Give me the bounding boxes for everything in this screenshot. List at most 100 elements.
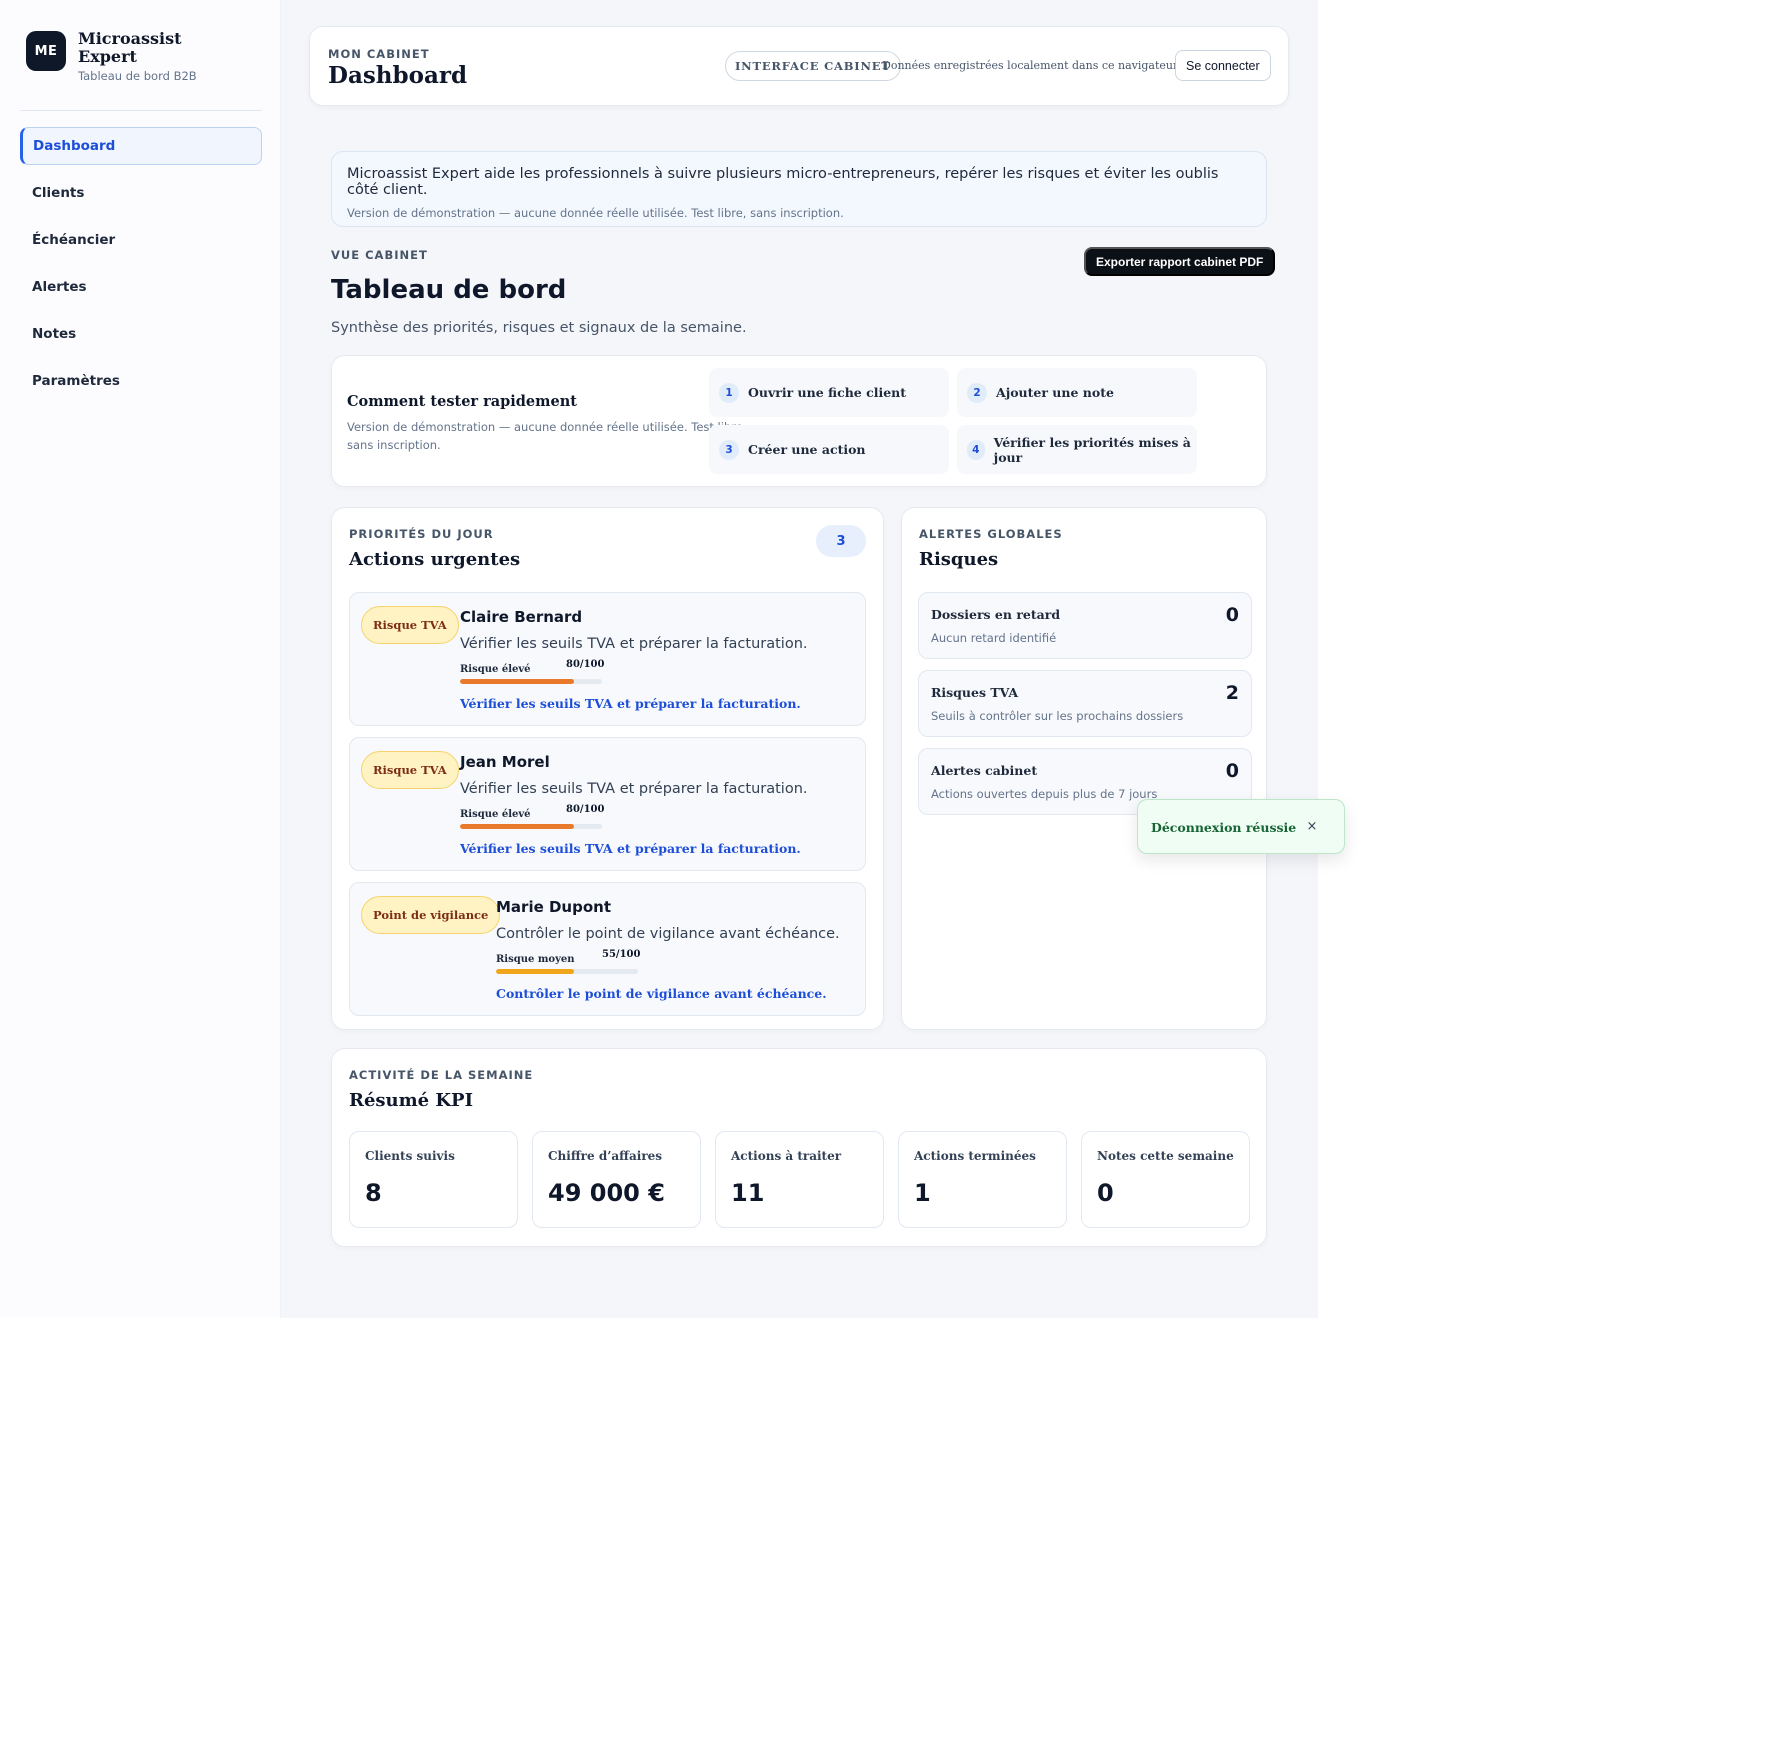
brand: ME Microassist Expert Tableau de bord B2…: [20, 30, 262, 83]
priority-item[interactable]: Point de vigilance Marie Dupont Contrôle…: [349, 882, 866, 1016]
info-banner-note: Version de démonstration — aucune donnée…: [347, 206, 844, 220]
priorities-eyebrow: PRIORITÉS DU JOUR: [349, 527, 494, 541]
kpi-label: Actions à traiter: [731, 1149, 842, 1163]
kpi-actions-todo: Actions à traiter 11: [715, 1131, 884, 1228]
risk-progress-bar: [460, 679, 602, 684]
risk-item-value: 0: [1225, 760, 1239, 782]
action-link[interactable]: Vérifier les seuils TVA et préparer la f…: [460, 841, 808, 856]
vue-eyebrow: VUE CABINET: [331, 248, 428, 262]
risk-level: Risque moyen: [496, 954, 575, 965]
sidebar-item-notes[interactable]: Notes: [20, 315, 262, 353]
toast-message: Déconnexion réussie: [1151, 820, 1297, 835]
topbar-title: Dashboard: [328, 62, 468, 89]
step-label: Ouvrir une fiche client: [748, 385, 907, 400]
sidebar-nav: Dashboard Clients Échéancier Alertes Not…: [20, 127, 262, 400]
logout-toast: Déconnexion réussie ×: [1137, 799, 1345, 854]
info-banner: Microassist Expert aide les professionne…: [331, 151, 1267, 227]
sidebar-item-alertes[interactable]: Alertes: [20, 268, 262, 306]
action-link[interactable]: Contrôler le point de vigilance avant éc…: [496, 986, 840, 1001]
risks-eyebrow: ALERTES GLOBALES: [919, 527, 1063, 541]
action-description: Vérifier les seuils TVA et préparer la f…: [460, 636, 808, 652]
sidebar-item-echeancier[interactable]: Échéancier: [20, 221, 262, 259]
risk-badge: Risque TVA: [361, 606, 459, 644]
risk-item-title: Alertes cabinet: [931, 763, 1038, 778]
kpi-label: Chiffre d’affaires: [548, 1149, 663, 1163]
sidebar-divider: [20, 110, 262, 111]
kpi-label: Clients suivis: [365, 1149, 455, 1163]
risk-score: 80/100: [566, 659, 605, 670]
risk-progress-bar: [460, 824, 602, 829]
kpi-eyebrow: ACTIVITÉ DE LA SEMAINE: [349, 1068, 534, 1082]
action-description: Contrôler le point de vigilance avant éc…: [496, 926, 840, 942]
risk-badge: Risque TVA: [361, 751, 459, 789]
kpi-title: Résumé KPI: [349, 1090, 473, 1111]
risk-item-value: 0: [1225, 604, 1239, 626]
export-pdf-button[interactable]: Exporter rapport cabinet PDF: [1084, 247, 1276, 276]
kpi-actions-done: Actions terminées 1: [898, 1131, 1067, 1228]
quick-test-title: Comment tester rapidement: [347, 393, 577, 410]
risk-level: Risque élevé: [460, 809, 531, 820]
risk-item-value: 2: [1225, 682, 1239, 704]
client-name: Marie Dupont: [496, 898, 612, 916]
kpi-card: ACTIVITÉ DE LA SEMAINE Résumé KPI Client…: [331, 1048, 1267, 1247]
risks-title: Risques: [919, 549, 999, 570]
sidebar: ME Microassist Expert Tableau de bord B2…: [0, 0, 281, 1318]
sidebar-item-dashboard[interactable]: Dashboard: [20, 127, 262, 165]
step-label: Vérifier les priorités mises à jour: [993, 434, 1191, 465]
kpi-value: 11: [731, 1179, 765, 1207]
kpi-notes: Notes cette semaine 0: [1081, 1131, 1250, 1228]
close-icon[interactable]: ×: [1303, 817, 1321, 835]
kpi-revenue: Chiffre d’affaires 49 000 €: [532, 1131, 701, 1228]
login-button[interactable]: Se connecter: [1175, 50, 1271, 81]
kpi-value: 1: [914, 1179, 931, 1207]
client-name: Jean Morel: [460, 753, 550, 771]
kpi-value: 49 000 €: [548, 1179, 665, 1207]
risk-progress-fill: [460, 824, 574, 829]
topbar: MON CABINET Dashboard INTERFACE CABINET …: [309, 26, 1289, 106]
brand-name: Microassist Expert: [78, 29, 182, 66]
step-create-action[interactable]: 3 Créer une action: [709, 425, 949, 474]
priority-item[interactable]: Risque TVA Claire Bernard Vérifier les s…: [349, 592, 866, 726]
sidebar-item-clients[interactable]: Clients: [20, 174, 262, 212]
risk-item-subtitle: Actions ouvertes depuis plus de 7 jours: [931, 787, 1158, 801]
risk-badge: Point de vigilance: [361, 896, 501, 934]
priorities-title: Actions urgentes: [349, 549, 521, 570]
step-check-priorities[interactable]: 4 Vérifier les priorités mises à jour: [957, 425, 1197, 474]
step-number: 2: [967, 382, 987, 403]
kpi-value: 8: [365, 1179, 382, 1207]
priorities-card: PRIORITÉS DU JOUR Actions urgentes 3 Ris…: [331, 507, 884, 1030]
risk-score: 55/100: [602, 949, 641, 960]
action-link[interactable]: Vérifier les seuils TVA et préparer la f…: [460, 696, 808, 711]
kpi-label: Actions terminées: [914, 1149, 1036, 1163]
page-subtitle: Synthèse des priorités, risques et signa…: [331, 320, 747, 336]
brand-subtitle: Tableau de bord B2B: [78, 69, 197, 83]
step-number: 4: [967, 439, 985, 460]
step-label: Créer une action: [748, 442, 866, 457]
step-add-note[interactable]: 2 Ajouter une note: [957, 368, 1197, 417]
local-storage-note: Données enregistrées localement dans ce …: [882, 59, 1181, 72]
risk-progress-fill: [496, 969, 575, 974]
step-number: 3: [719, 439, 739, 460]
quick-test-text: Version de démonstration — aucune donnée…: [347, 420, 747, 452]
risk-progress-fill: [460, 679, 574, 684]
sidebar-item-parametres[interactable]: Paramètres: [20, 362, 262, 400]
risk-item-title: Dossiers en retard: [931, 607, 1061, 622]
kpi-clients: Clients suivis 8: [349, 1131, 518, 1228]
client-name: Claire Bernard: [460, 608, 583, 626]
risk-level: Risque élevé: [460, 664, 531, 675]
brand-logo: ME: [26, 31, 66, 71]
risk-progress-bar: [496, 969, 638, 974]
risk-item-late-files[interactable]: Dossiers en retard Aucun retard identifi…: [918, 592, 1252, 659]
step-open-client[interactable]: 1 Ouvrir une fiche client: [709, 368, 949, 417]
risk-score: 80/100: [566, 804, 605, 815]
step-number: 1: [719, 382, 739, 403]
risks-card: ALERTES GLOBALES Risques Dossiers en ret…: [901, 507, 1267, 1030]
risk-item-subtitle: Seuils à contrôler sur les prochains dos…: [931, 709, 1184, 723]
priority-item[interactable]: Risque TVA Jean Morel Vérifier les seuil…: [349, 737, 866, 871]
step-label: Ajouter une note: [996, 385, 1114, 400]
interface-badge: INTERFACE CABINET: [725, 51, 901, 81]
info-banner-text: Microassist Expert aide les professionne…: [347, 166, 1219, 198]
page-title: Tableau de bord: [331, 275, 567, 305]
risk-item-vat[interactable]: Risques TVA Seuils à contrôler sur les p…: [918, 670, 1252, 737]
priorities-count-badge: 3: [816, 525, 866, 557]
